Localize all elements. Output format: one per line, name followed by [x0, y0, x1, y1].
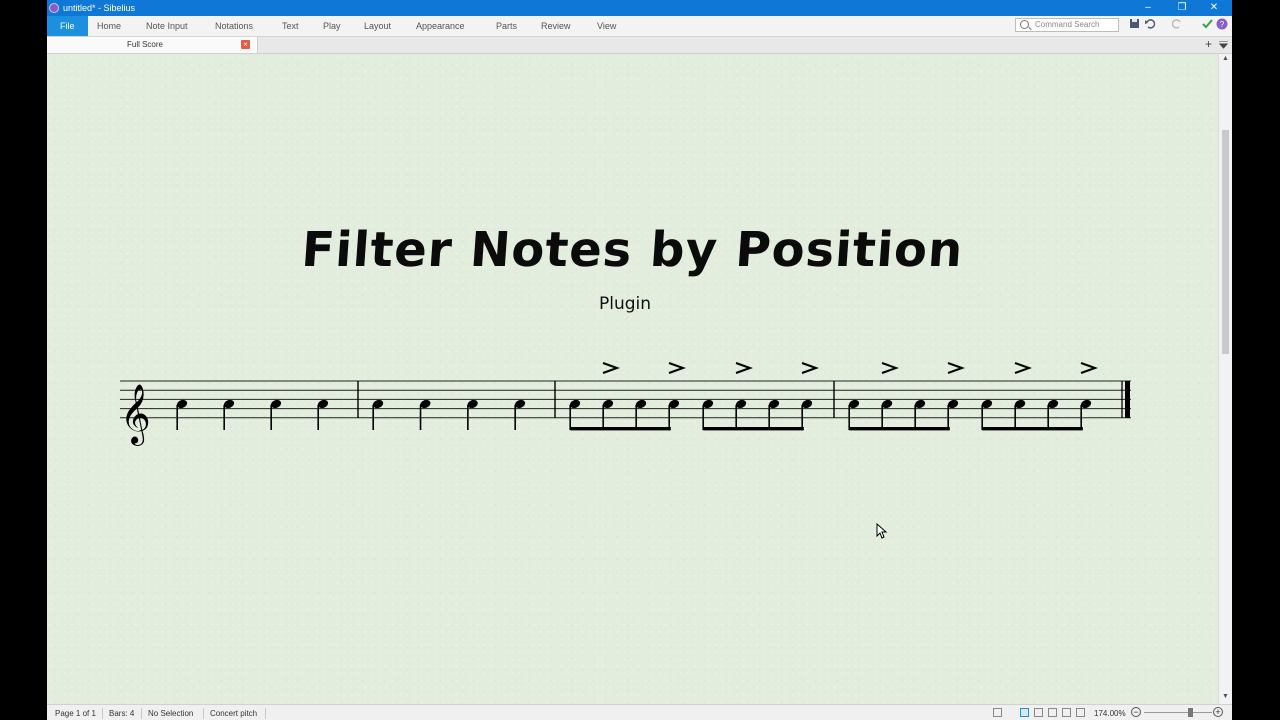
add-tab-button[interactable]: + — [1205, 37, 1212, 51]
tab-play[interactable]: Play — [323, 16, 341, 36]
scroll-down-icon[interactable]: ▼ — [1219, 693, 1232, 700]
sibelius-logo-icon — [49, 3, 59, 13]
command-search-input[interactable]: Command Search — [1015, 18, 1119, 32]
document-tab-bar: Full Score × + — [47, 37, 1232, 54]
spreads-view-icon[interactable] — [1048, 708, 1057, 717]
full-screen-icon[interactable] — [1076, 708, 1085, 717]
accent-mark — [1080, 362, 1098, 374]
tab-full-score[interactable]: Full Score × — [47, 37, 258, 53]
divider — [265, 708, 266, 719]
panorama-view-icon[interactable] — [1020, 708, 1029, 717]
sibelius-window: untitled* - Sibelius – ❐ ✕ File Home Not… — [47, 0, 1232, 720]
tab-view[interactable]: View — [597, 16, 616, 36]
tab-file[interactable]: File — [47, 16, 88, 36]
final-barline-thick — [1125, 381, 1130, 418]
tab-parts[interactable]: Parts — [496, 16, 517, 36]
window-title: untitled* - Sibelius — [63, 3, 136, 13]
accent-mark — [735, 362, 753, 374]
zoom-in-button[interactable]: + — [1213, 707, 1223, 717]
accent-mark — [801, 362, 819, 374]
accent-mark — [668, 362, 686, 374]
command-search-placeholder: Command Search — [1035, 20, 1100, 29]
accent-mark — [881, 362, 899, 374]
zoom-slider[interactable] — [1144, 712, 1212, 713]
close-tab-button[interactable]: × — [241, 40, 250, 49]
checkmark-icon[interactable] — [1202, 18, 1213, 29]
beam — [703, 427, 804, 431]
mouse-cursor-icon — [876, 523, 888, 539]
status-bar: Page 1 of 1 Bars: 4 No Selection Concert… — [47, 704, 1232, 720]
minimize-button[interactable]: – — [1137, 1, 1159, 15]
beam — [982, 427, 1083, 431]
scroll-up-icon[interactable]: ▲ — [1219, 55, 1232, 62]
close-window-button[interactable]: ✕ — [1203, 1, 1225, 15]
tab-text[interactable]: Text — [282, 16, 299, 36]
tab-home[interactable]: Home — [97, 16, 121, 36]
tab-layout[interactable]: Layout — [364, 16, 391, 36]
vertical-scrollbar[interactable]: ▲ ▼ — [1218, 54, 1232, 704]
status-concert-pitch[interactable]: Concert pitch — [210, 709, 257, 718]
document-tab-label: Full Score — [126, 40, 163, 49]
accent-mark — [947, 362, 965, 374]
accent-mark — [1014, 362, 1032, 374]
page-grid-view-icon[interactable] — [1034, 708, 1043, 717]
zoom-slider-thumb[interactable] — [1188, 708, 1193, 717]
tab-notations[interactable]: Notations — [215, 16, 253, 36]
staff-system[interactable]: 𝄞 — [47, 54, 1218, 704]
status-page: Page 1 of 1 — [55, 709, 96, 718]
redo-icon[interactable] — [1172, 18, 1183, 29]
status-bars: Bars: 4 — [109, 709, 135, 718]
divider — [203, 708, 204, 719]
scrollbar-thumb[interactable] — [1222, 130, 1229, 354]
undo-icon[interactable] — [1144, 18, 1155, 29]
divider — [102, 708, 103, 719]
status-selection: No Selection — [148, 709, 194, 718]
accent-mark — [602, 362, 620, 374]
beam — [849, 427, 950, 431]
help-icon[interactable]: ? — [1216, 18, 1228, 30]
save-icon[interactable] — [1129, 18, 1140, 29]
zoom-level[interactable]: 174.00% — [1094, 709, 1126, 718]
treble-clef: 𝄞 — [120, 384, 151, 446]
search-icon — [1020, 20, 1029, 29]
score-canvas[interactable]: Filter Notes by Position Plugin 𝄞 — [47, 54, 1218, 704]
restore-button[interactable]: ❐ — [1171, 1, 1193, 15]
ribbon-tabs: File Home Note Input Notations Text Play… — [47, 16, 1232, 37]
tab-appearance[interactable]: Appearance — [416, 16, 465, 36]
notes — [176, 362, 1130, 431]
tab-note-input[interactable]: Note Input — [146, 16, 188, 36]
lock-icon[interactable] — [993, 708, 1002, 717]
divider — [141, 708, 142, 719]
zoom-out-button[interactable]: − — [1131, 707, 1141, 717]
svg-text:?: ? — [1220, 20, 1225, 29]
beam — [570, 427, 671, 431]
tab-menu-icon[interactable] — [1219, 41, 1228, 49]
title-bar: untitled* - Sibelius – ❐ ✕ — [47, 0, 1232, 16]
tab-review[interactable]: Review — [541, 16, 571, 36]
single-page-view-icon[interactable] — [1062, 708, 1071, 717]
